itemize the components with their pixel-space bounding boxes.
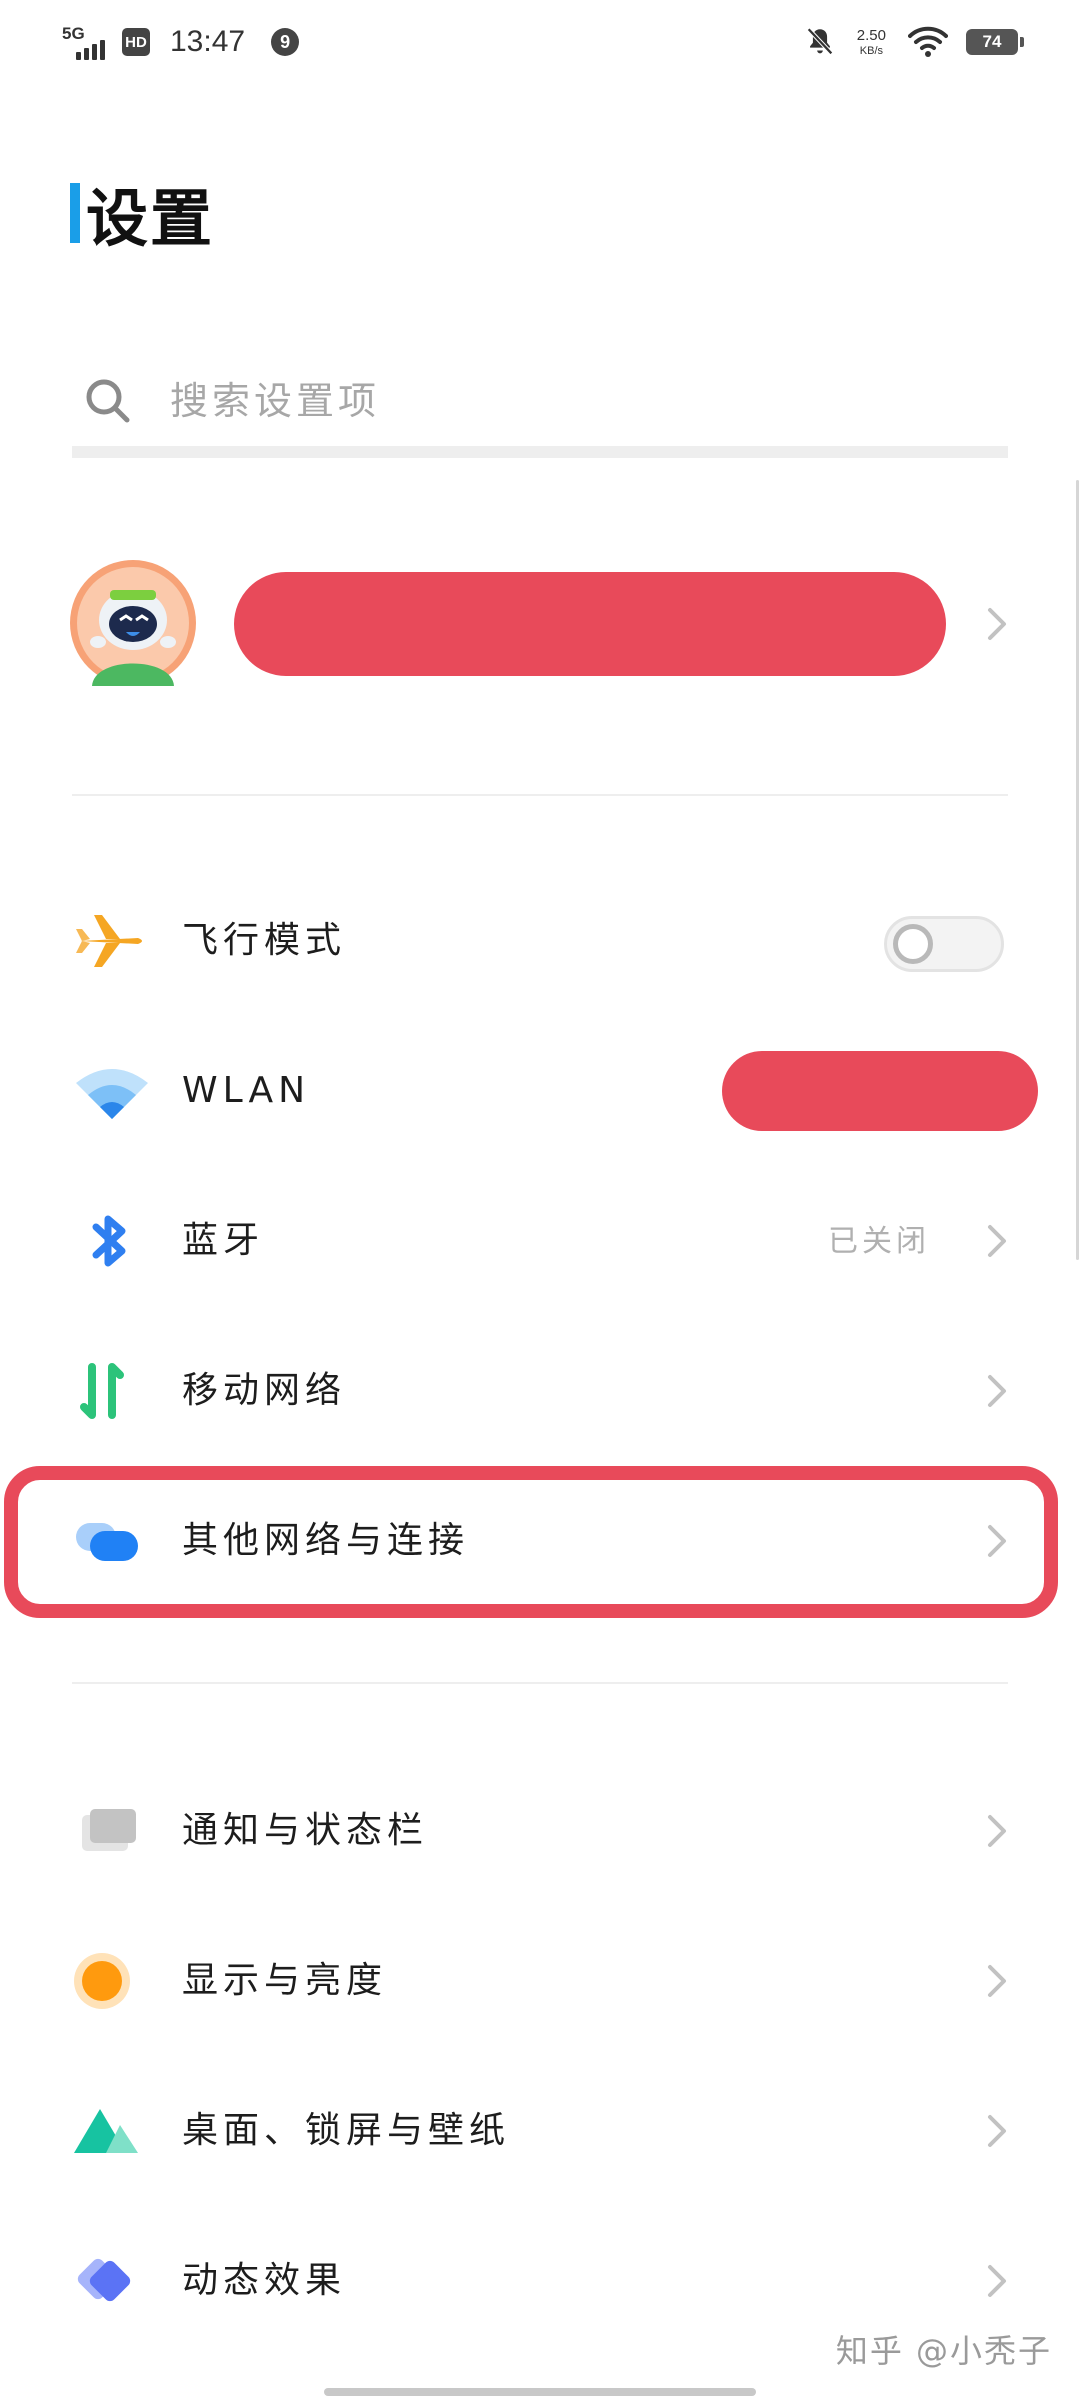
avatar [70, 560, 196, 686]
animation-icon [77, 2258, 131, 2302]
signal-icon: 5G [62, 22, 112, 62]
wifi-status-icon [908, 26, 948, 57]
network-speed-value: 2.50 [856, 26, 886, 44]
status-bar: 5G HD 13:47 9 2.50 KB/s 74 [0, 0, 1080, 80]
page-title: 设置 [86, 182, 215, 255]
setting-row-wlan[interactable]: WLAN [0, 1016, 1080, 1166]
hd-badge: HD [122, 28, 150, 56]
battery-indicator: 74 [966, 29, 1024, 55]
home-indicator[interactable] [324, 2388, 756, 2396]
chevron-right-icon [988, 608, 1006, 640]
setting-label: 移动网络 [182, 1370, 347, 1411]
setting-row-mobile-network[interactable]: 移动网络 [0, 1316, 1080, 1466]
notification-count-badge: 9 [271, 28, 300, 56]
setting-label: 桌面、锁屏与壁纸 [182, 2110, 511, 2151]
bluetooth-status: 已关闭 [828, 1224, 930, 1259]
status-bar-right: 2.50 KB/s 74 [803, 20, 1024, 64]
toggle-knob [893, 924, 933, 964]
search-icon [86, 379, 130, 423]
setting-label: 飞行模式 [182, 920, 347, 961]
network-speed: 2.50 KB/s [857, 28, 886, 57]
chevron-right-icon [988, 1375, 1006, 1407]
highlight-annotation [4, 1466, 1058, 1618]
setting-row-bluetooth[interactable]: 蓝牙 已关闭 [0, 1166, 1080, 1316]
chevron-right-icon [988, 1815, 1006, 1847]
wifi-icon [76, 1069, 148, 1119]
setting-label: 通知与状态栏 [182, 1810, 429, 1851]
chevron-right-icon [988, 2115, 1006, 2147]
chevron-right-icon [988, 2265, 1006, 2297]
chevron-right-icon [988, 1965, 1006, 1997]
watermark: 知乎 @小秃子 [835, 2332, 1052, 2370]
status-time: 13:47 [170, 25, 246, 58]
airplane-mode-toggle[interactable] [884, 916, 1004, 972]
title-accent-bar [70, 183, 80, 243]
brightness-icon [74, 1953, 130, 2009]
page-header: 设置 [70, 180, 214, 255]
chevron-right-icon [988, 1225, 1006, 1257]
divider [72, 1682, 1008, 1684]
bluetooth-icon [92, 1215, 126, 1267]
account-name-redacted [234, 572, 946, 676]
setting-row-airplane-mode[interactable]: 飞行模式 [0, 866, 1080, 1016]
airplane-icon [76, 915, 142, 967]
setting-label: 动态效果 [182, 2260, 347, 2301]
divider [72, 794, 1008, 796]
mobile-data-icon [80, 1363, 124, 1419]
setting-row-display[interactable]: 显示与亮度 [0, 1906, 1080, 2056]
setting-row-desktop[interactable]: 桌面、锁屏与壁纸 [0, 2056, 1080, 2206]
setting-label: WLAN [182, 1070, 311, 1111]
bell-off-icon [806, 27, 833, 55]
notification-icon [82, 1809, 136, 1851]
search-bar[interactable] [72, 356, 1008, 458]
wallpaper-icon [74, 2109, 138, 2153]
search-input[interactable] [168, 378, 872, 424]
account-row[interactable] [70, 560, 1010, 696]
setting-label: 蓝牙 [182, 1220, 265, 1261]
setting-row-notification[interactable]: 通知与状态栏 [0, 1756, 1080, 1906]
network-speed-unit: KB/s [859, 44, 884, 57]
setting-label: 显示与亮度 [182, 1960, 388, 2001]
wlan-name-redacted [722, 1051, 1038, 1131]
status-bar-left: 5G HD 13:47 9 [62, 20, 300, 64]
